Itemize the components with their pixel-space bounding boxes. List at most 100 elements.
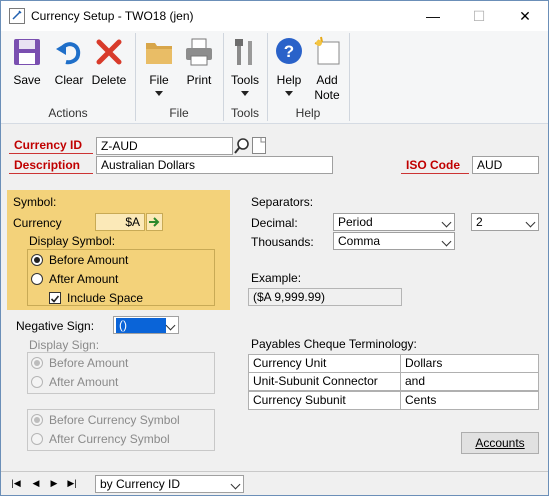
maximize-button[interactable]: ☐ <box>456 1 502 31</box>
tools-icon <box>235 39 252 65</box>
file-label: File <box>149 73 169 87</box>
last-record-button[interactable]: ▶| <box>65 475 79 491</box>
terminology-row-label: Unit-Subunit Connector <box>248 372 401 391</box>
sign-before-amount-label: Before Amount <box>49 356 129 370</box>
next-record-button[interactable]: ▶ <box>47 475 61 491</box>
save-icon <box>14 39 40 65</box>
print-label: Print <box>186 73 212 87</box>
include-space-checkbox[interactable] <box>49 292 61 304</box>
group-actions-label: Actions <box>48 106 88 120</box>
currency-subunit-field[interactable]: Cents <box>400 391 539 410</box>
tools-label: Tools <box>230 73 259 87</box>
group-tools-label: Tools <box>230 106 259 120</box>
undo-icon <box>56 42 81 65</box>
window-icon <box>9 8 25 24</box>
required-underline <box>9 173 93 174</box>
ribbon-separator <box>223 33 224 121</box>
symbol-label: Symbol: <box>13 195 57 209</box>
negative-sign-value: () <box>115 317 167 333</box>
add-note-label-line1: Add <box>316 73 338 87</box>
chevron-down-icon <box>525 217 536 228</box>
ribbon-separator <box>349 33 350 121</box>
note-page-icon <box>260 138 265 143</box>
delete-label: Delete <box>91 73 127 87</box>
negative-sign-dropdown[interactable]: () <box>113 316 179 334</box>
iso-code-label: ISO Code <box>406 158 461 172</box>
decimal-places-value: 2 <box>476 215 483 229</box>
ribbon-separator <box>267 33 268 121</box>
iso-code-field[interactable]: AUD <box>472 156 539 174</box>
thousands-dropdown[interactable]: Comma <box>333 232 455 250</box>
close-button[interactable]: ✕ <box>502 1 548 31</box>
currency-id-field[interactable]: Z-AUD <box>96 137 233 155</box>
decimal-places-dropdown[interactable]: 2 <box>471 213 539 231</box>
clear-label: Clear <box>54 73 84 87</box>
add-note-label-line2: Note <box>314 88 340 102</box>
group-file-label: File <box>169 106 189 120</box>
ribbon-toolbar: Save Clear Delete Actions File Print Fil… <box>1 31 548 124</box>
description-field[interactable]: Australian Dollars <box>96 156 333 174</box>
svg-text:?: ? <box>284 42 294 61</box>
add-note-button[interactable]: Add Note <box>309 31 345 103</box>
before-currency-symbol-label: Before Currency Symbol <box>49 413 180 427</box>
before-currency-symbol-radio[interactable] <box>31 414 43 426</box>
delete-x-icon <box>96 39 122 65</box>
first-record-button[interactable]: |◀ <box>9 475 23 491</box>
thousands-label: Thousands: <box>251 235 314 249</box>
group-help-label: Help <box>295 106 321 120</box>
symbol-after-amount-radio[interactable] <box>31 273 43 285</box>
currency-id-label: Currency ID <box>14 138 83 152</box>
separators-label: Separators: <box>251 195 314 209</box>
chevron-down-icon <box>285 91 293 96</box>
decimal-label: Decimal: <box>251 216 298 230</box>
currency-symbol-expand-button[interactable] <box>146 213 163 231</box>
currency-symbol-field[interactable]: $A <box>95 213 145 231</box>
file-menu-button[interactable]: File <box>141 31 177 101</box>
delete-button[interactable]: Delete <box>89 31 129 101</box>
magnifier-icon <box>234 138 249 154</box>
arrow-right-icon <box>149 217 160 227</box>
help-menu-button[interactable]: ? Help <box>271 31 307 101</box>
save-label: Save <box>13 73 41 87</box>
example-label: Example: <box>251 271 302 285</box>
required-underline <box>401 173 469 174</box>
after-currency-symbol-label: After Currency Symbol <box>49 432 170 446</box>
folder-icon <box>146 43 172 64</box>
currency-setup-window: Currency Setup - TWO18 (jen) — ☐ ✕ Save … <box>0 0 549 496</box>
accounts-button[interactable]: Accounts <box>461 432 539 454</box>
negative-sign-label: Negative Sign: <box>16 319 95 333</box>
display-sign-label: Display Sign: <box>29 338 100 352</box>
print-button[interactable]: Print <box>181 31 217 101</box>
chevron-down-icon <box>441 217 452 228</box>
decimal-dropdown[interactable]: Period <box>333 213 455 231</box>
sign-before-amount-radio[interactable] <box>31 357 43 369</box>
sign-after-amount-radio[interactable] <box>31 376 43 388</box>
lookup-button[interactable] <box>234 137 250 155</box>
minimize-button[interactable]: — <box>410 1 456 31</box>
clear-button[interactable]: Clear <box>51 31 87 101</box>
after-currency-symbol-radio[interactable] <box>31 433 43 445</box>
navigation-bar <box>1 471 548 495</box>
checkmark-icon <box>50 295 60 303</box>
note-button[interactable] <box>252 137 266 154</box>
previous-record-button[interactable]: ◀ <box>29 475 43 491</box>
sort-order-value: by Currency ID <box>100 477 181 491</box>
payables-terminology-label: Payables Cheque Terminology: <box>251 337 417 351</box>
terminology-row-label: Currency Unit <box>248 354 401 373</box>
symbol-before-amount-radio[interactable] <box>31 254 43 266</box>
currency-unit-field[interactable]: Dollars <box>400 354 539 373</box>
description-label: Description <box>14 158 81 172</box>
required-underline <box>9 153 93 154</box>
sort-order-dropdown[interactable]: by Currency ID <box>95 475 244 493</box>
display-symbol-label: Display Symbol: <box>29 234 116 248</box>
unit-subunit-connector-field[interactable]: and <box>400 372 539 391</box>
include-space-label: Include Space <box>67 291 144 305</box>
tools-menu-button[interactable]: Tools <box>227 31 263 101</box>
title-bar: Currency Setup - TWO18 (jen) — ☐ ✕ <box>1 1 548 31</box>
save-button[interactable]: Save <box>7 31 47 101</box>
decimal-value: Period <box>338 215 373 229</box>
chevron-down-icon <box>165 320 176 331</box>
help-label: Help <box>276 73 302 87</box>
currency-symbol-label: Currency <box>13 216 62 230</box>
example-value: ($A 9,999.99) <box>248 288 402 306</box>
